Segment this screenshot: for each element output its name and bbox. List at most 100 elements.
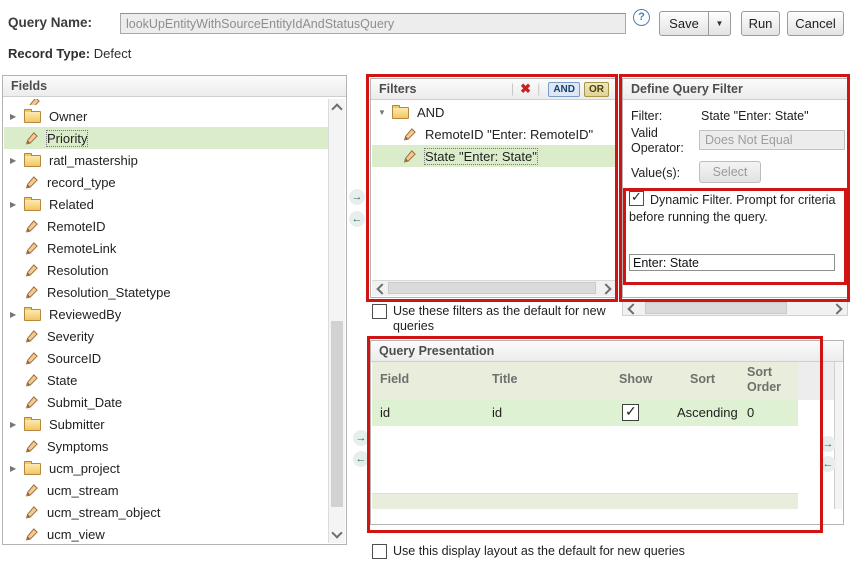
scroll-right-icon[interactable]	[600, 283, 611, 294]
qp-col-sort-order: Sort Order	[747, 365, 795, 395]
define-panel-header: Define Query Filter	[623, 79, 847, 100]
qp-right-arrow-icon[interactable]: →	[820, 436, 836, 452]
fields-item-ucm_stream[interactable]: ucm_stream	[4, 479, 329, 501]
help-icon[interactable]: ?	[633, 9, 650, 26]
expand-icon[interactable]: ▶	[10, 420, 24, 429]
remove-filter-arrow-icon[interactable]: ←	[349, 211, 365, 227]
qp-show-checkbox[interactable]	[622, 404, 639, 421]
scrollbar-thumb[interactable]	[645, 302, 787, 314]
scroll-left-icon[interactable]	[627, 303, 638, 314]
values-label: Value(s):	[631, 166, 680, 180]
filter-item[interactable]: RemoteID "Enter: RemoteID"	[372, 123, 616, 145]
fields-item-ReviewedBy[interactable]: ▶ReviewedBy	[4, 303, 329, 325]
collapse-icon[interactable]: ▼	[378, 108, 392, 117]
add-filter-arrow-icon[interactable]: →	[349, 189, 365, 205]
scrollbar-thumb[interactable]	[331, 321, 343, 507]
fields-item-ucm_project[interactable]: ▶ucm_project	[4, 457, 329, 479]
fields-item-State[interactable]: State	[4, 369, 329, 391]
pencil-icon	[26, 99, 41, 105]
and-button[interactable]: AND	[548, 82, 580, 97]
qp-panel-title: Query Presentation	[379, 344, 494, 358]
save-button-group: Save ▼	[659, 11, 731, 36]
add-display-field-arrow-icon[interactable]: →	[353, 430, 369, 446]
filters-root-label: AND	[417, 105, 444, 120]
scroll-right-icon[interactable]	[831, 303, 842, 314]
save-dropdown-icon[interactable]: ▼	[709, 11, 731, 36]
field-label: Submitter	[49, 417, 105, 432]
field-label: SourceID	[47, 351, 101, 366]
filters-root-and[interactable]: ▼ AND	[372, 101, 616, 123]
fields-item-ucm_view[interactable]: ucm_view	[4, 523, 329, 543]
dynamic-filter-checkbox[interactable]	[629, 191, 644, 206]
fields-item-RemoteLink[interactable]: RemoteLink	[4, 237, 329, 259]
cancel-button[interactable]: Cancel	[787, 11, 844, 36]
fields-item-Resolution_Statetype[interactable]: Resolution_Statetype	[4, 281, 329, 303]
field-label: Owner	[49, 109, 87, 124]
fields-item-Resolution[interactable]: Resolution	[4, 259, 329, 281]
filters-tree: ▼ AND RemoteID "Enter: RemoteID" State "E…	[372, 101, 616, 280]
fields-item-SourceID[interactable]: SourceID	[4, 347, 329, 369]
fields-item-ucm_stream_object[interactable]: ucm_stream_object	[4, 501, 329, 523]
qp-cell-title: id	[492, 405, 502, 420]
define-panel-title: Define Query Filter	[631, 82, 743, 96]
pencil-icon	[24, 527, 39, 542]
fields-vertical-scrollbar[interactable]	[328, 99, 345, 543]
save-button[interactable]: Save	[659, 11, 709, 36]
scroll-left-icon[interactable]	[376, 283, 387, 294]
fields-item-record_type[interactable]: record_type	[4, 171, 329, 193]
remove-display-field-arrow-icon[interactable]: ←	[353, 451, 369, 467]
fields-item-Priority[interactable]: Priority	[4, 127, 329, 149]
qp-table-row[interactable]: ididAscending0	[372, 400, 798, 426]
field-label: ucm_stream_object	[47, 505, 160, 520]
folder-icon	[24, 419, 41, 431]
field-label: Severity	[47, 329, 94, 344]
expand-icon[interactable]: ▶	[10, 200, 24, 209]
delete-filter-icon[interactable]: ✖	[520, 81, 531, 97]
pencil-icon	[24, 219, 39, 234]
field-label: RemoteID	[47, 219, 106, 234]
fields-item-Related[interactable]: ▶ Related	[4, 193, 329, 215]
field-label: Submit_Date	[47, 395, 122, 410]
fields-panel-header: Fields	[3, 76, 346, 97]
qp-left-arrow-icon[interactable]: ←	[820, 456, 836, 472]
scroll-down-icon[interactable]	[331, 527, 342, 538]
filters-horizontal-scrollbar[interactable]	[372, 280, 616, 296]
scrollbar-thumb[interactable]	[388, 282, 596, 294]
folder-icon	[24, 309, 41, 321]
run-button[interactable]: Run	[741, 11, 780, 36]
qp-side-track[interactable]	[834, 362, 842, 509]
pencil-icon	[24, 505, 39, 520]
or-button[interactable]: OR	[584, 82, 609, 97]
filters-panel-header: Filters | ✖ | AND OR	[371, 79, 617, 100]
query-name-input[interactable]	[120, 13, 626, 34]
fields-item-Owner[interactable]: ▶ Owner	[4, 105, 329, 127]
dynamic-prompt-input[interactable]	[629, 254, 835, 271]
field-label: Related	[49, 197, 94, 212]
expand-icon[interactable]: ▶	[10, 112, 24, 121]
expand-icon[interactable]: ▶	[10, 156, 24, 165]
expand-icon[interactable]: ▶	[10, 310, 24, 319]
fields-item-Submit_Date[interactable]: Submit_Date	[4, 391, 329, 413]
separator: |	[511, 82, 514, 96]
valid-operator-field[interactable]	[699, 130, 845, 150]
select-values-button[interactable]: Select	[699, 161, 761, 183]
folder-icon	[392, 107, 409, 119]
field-label: ratl_mastership	[49, 153, 138, 168]
scroll-up-icon[interactable]	[331, 103, 342, 114]
qp-default-checkbox[interactable]	[372, 544, 387, 559]
fields-item-ratl_mastership[interactable]: ▶ ratl_mastership	[4, 149, 329, 171]
filter-label: State "Enter: State"	[425, 149, 537, 164]
filters-default-checkbox[interactable]	[372, 304, 387, 319]
valid-operator-label: Valid Operator:	[631, 126, 693, 156]
qp-cell-sort[interactable]: Ascending	[677, 405, 738, 420]
fields-item-Submitter[interactable]: ▶ Submitter	[4, 413, 329, 435]
expand-icon[interactable]: ▶	[10, 464, 24, 473]
fields-item-Severity[interactable]: Severity	[4, 325, 329, 347]
filter-item[interactable]: State "Enter: State"	[372, 145, 616, 167]
define-horizontal-scrollbar[interactable]	[622, 300, 848, 316]
query-name-label: Query Name:	[8, 15, 92, 30]
qp-col-sort: Sort	[690, 372, 715, 386]
fields-item-RemoteID[interactable]: RemoteID	[4, 215, 329, 237]
fields-item-Symptoms[interactable]: Symptoms	[4, 435, 329, 457]
dynamic-filter-label: Dynamic Filter. Prompt for criteria befo…	[629, 193, 835, 224]
